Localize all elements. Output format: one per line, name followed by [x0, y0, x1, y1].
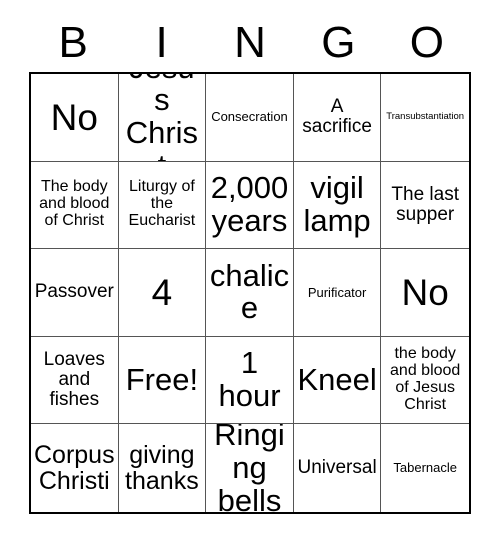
bingo-card: B I N G O No Jesus Christ Consecration A sacrif…	[0, 0, 500, 544]
bingo-cell-label: Transubstantiation	[386, 111, 465, 123]
bingo-cell-label: No	[50, 96, 98, 138]
bingo-cell-r5c5[interactable]: Tabernacle	[381, 424, 469, 512]
bingo-cell-r1c4[interactable]: A sacrifice	[293, 74, 382, 162]
bingo-cell-label: Purificator	[307, 284, 367, 300]
bingo-cell-r5c4[interactable]: Universal	[293, 424, 382, 512]
bingo-cell-label: Liturgy of the Eucharist	[128, 178, 196, 230]
bingo-cell-r3c4[interactable]: Purificator	[293, 249, 382, 337]
bingo-cell-r5c1[interactable]: Corpus Christi	[31, 424, 119, 512]
bingo-cell-label: Consecration	[211, 109, 288, 125]
bingo-cell-r3c2[interactable]: 4	[118, 249, 207, 337]
bingo-cell-label: A sacrifice	[302, 96, 372, 138]
bingo-cell-label: Loaves and fishes	[43, 348, 105, 411]
bingo-cell-r2c2[interactable]: Liturgy of the Eucharist	[118, 161, 207, 250]
bingo-cell-label: The last supper	[391, 183, 459, 225]
bingo-cell-label: chalice	[209, 257, 290, 326]
bingo-cell-label: the body and blood of Jesus Christ	[390, 345, 461, 414]
bingo-header-letter-o: O	[409, 18, 444, 67]
bingo-cell-r4c3[interactable]: 1 hour	[206, 336, 294, 425]
bingo-cell-r4c5[interactable]: the body and blood of Jesus Christ	[381, 336, 469, 425]
bingo-cell-r4c4[interactable]: Kneel	[293, 336, 382, 425]
bingo-cell-r3c1[interactable]: Passover	[31, 249, 119, 337]
bingo-cell-label: Kneel	[297, 361, 377, 397]
bingo-cell-label: The body and blood of Christ	[39, 178, 110, 230]
bingo-cell-r2c1[interactable]: The body and blood of Christ	[31, 161, 119, 250]
bingo-cell-label: Ringing bells	[214, 424, 285, 512]
bingo-cell-r3c5[interactable]: No	[381, 249, 469, 337]
bingo-cell-label: No	[401, 271, 449, 313]
bingo-cell-r2c3[interactable]: 2,000 years	[206, 161, 294, 250]
bingo-cell-r2c5[interactable]: The last supper	[381, 161, 469, 250]
bingo-cell-label: 2,000 years	[210, 170, 289, 238]
bingo-cell-label: Passover	[34, 281, 114, 303]
bingo-cell-label: Jesus Christ	[125, 74, 199, 161]
bingo-cell-r3c3[interactable]: chalice	[206, 249, 294, 337]
bingo-cell-r1c2[interactable]: Jesus Christ	[118, 74, 207, 162]
bingo-header-letter-g: G	[321, 18, 356, 67]
bingo-header: BINGO	[29, 14, 471, 72]
bingo-cell-label: Universal	[297, 457, 377, 479]
bingo-grid: No Jesus Christ Consecration A sacrifice Tra…	[29, 72, 471, 514]
bingo-cell-r2c4[interactable]: vigil lamp	[293, 161, 382, 250]
bingo-cell-r5c3[interactable]: Ringing bells	[206, 424, 294, 512]
bingo-cell-r1c1[interactable]: No	[31, 74, 119, 162]
bingo-header-letter-i: I	[155, 18, 168, 67]
bingo-cell-label: vigil lamp	[303, 170, 371, 238]
bingo-cell-label: 1 hour	[218, 345, 281, 414]
bingo-header-letter-b: B	[58, 18, 88, 67]
bingo-cell-label: 4	[151, 271, 173, 313]
bingo-cell-label: Tabernacle	[393, 460, 457, 476]
bingo-cell-r1c3[interactable]: Consecration	[206, 74, 294, 162]
bingo-cell-label: giving thanks	[125, 440, 199, 496]
bingo-cell-r4c2[interactable]: Free!	[118, 336, 207, 425]
bingo-cell-label: Corpus Christi	[34, 440, 115, 496]
bingo-cell-label: Free!	[125, 361, 199, 397]
bingo-cell-r1c5[interactable]: Transubstantiation	[381, 74, 469, 162]
bingo-header-letter-n: N	[234, 18, 266, 67]
bingo-cell-r4c1[interactable]: Loaves and fishes	[31, 336, 119, 425]
bingo-cell-r5c2[interactable]: giving thanks	[118, 424, 207, 512]
